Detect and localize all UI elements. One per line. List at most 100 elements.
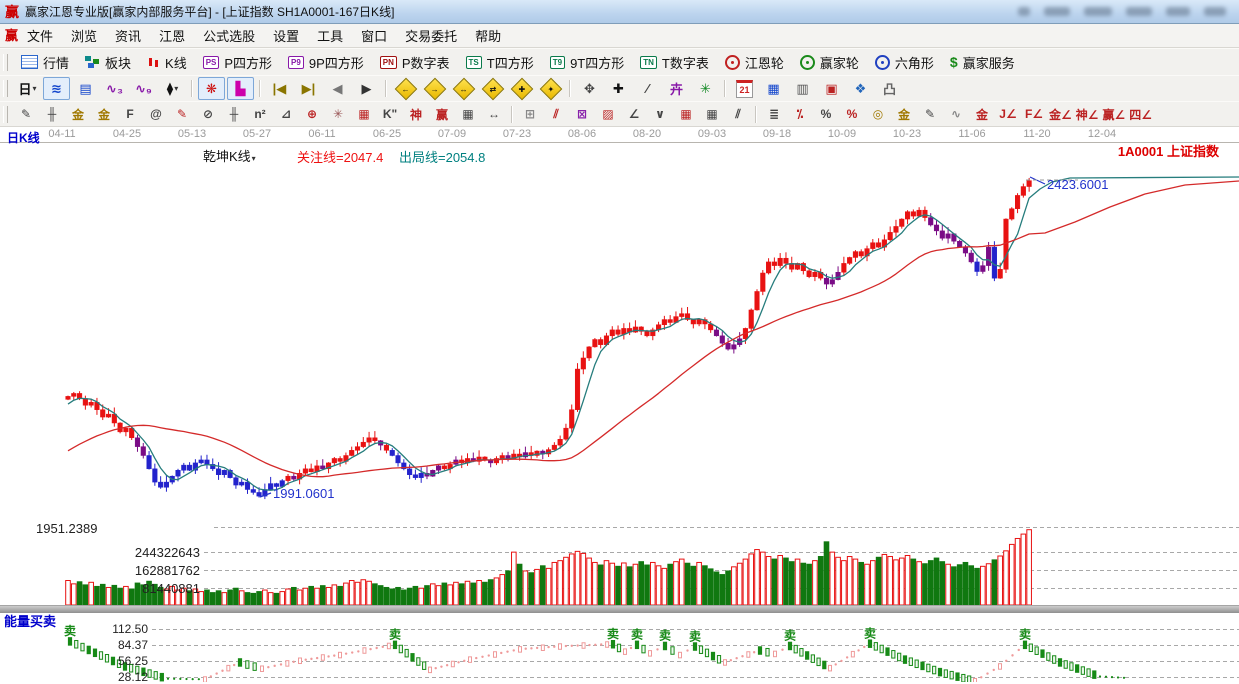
wave3-button[interactable]: ∿₃	[101, 77, 128, 100]
gann-gold-circle-tool[interactable]: ◎	[865, 103, 891, 125]
gann-gold-red-tool[interactable]: 金	[969, 103, 995, 125]
menu-江恩[interactable]: 江恩	[150, 23, 194, 48]
qiankun-pattern-button[interactable]: ❋	[198, 77, 225, 100]
network-button[interactable]: ❖	[847, 77, 874, 100]
menu-浏览[interactable]: 浏览	[62, 23, 106, 48]
gann-si-angle-tool[interactable]: 四∠	[1127, 103, 1154, 125]
report-button[interactable]: ▤	[72, 77, 99, 100]
gann-kline-quote-tool[interactable]: K"	[377, 103, 403, 125]
wave9-button[interactable]: ∿₉	[130, 77, 157, 100]
toolbar-winner-service[interactable]: $赢家服务	[942, 51, 1023, 74]
toolbar-hexagon[interactable]: 六角形	[867, 51, 942, 74]
gann-box-rays-tool[interactable]: ⊠	[569, 103, 595, 125]
candle-style-button[interactable]: ⧫▾	[159, 77, 186, 100]
gann-vline-tool[interactable]: ∨	[647, 103, 673, 125]
prev-button[interactable]: ◀	[324, 77, 351, 100]
flower-tool-button[interactable]: 卉	[663, 77, 690, 100]
gann-dense-grid-tool[interactable]: ▦	[673, 103, 699, 125]
titlebar-blurred-control[interactable]	[1204, 7, 1226, 16]
knot-tool-button[interactable]: ✳	[692, 77, 719, 100]
gann-wave-tool[interactable]: ∿	[943, 103, 969, 125]
gann-j-angle-tool[interactable]: J∠	[995, 103, 1021, 125]
expand-h-button[interactable]: ↔	[450, 77, 477, 100]
gann-target-tool[interactable]: ⊕	[299, 103, 325, 125]
titlebar-blurred-control[interactable]	[1044, 7, 1070, 16]
curve-mode-button[interactable]: ≋	[43, 77, 70, 100]
menu-资讯[interactable]: 资讯	[106, 23, 150, 48]
zoom-in-button[interactable]: ✚	[508, 77, 535, 100]
titlebar-blurred-control[interactable]	[1166, 7, 1190, 16]
pan-hand-button[interactable]: ✥	[576, 77, 603, 100]
toolbar-9p-square[interactable]: P99P四方形	[280, 51, 372, 74]
zoom-left-button[interactable]: ←	[392, 77, 419, 100]
gann-star-tool[interactable]: ✳	[325, 103, 351, 125]
calculator-button[interactable]: ▦	[760, 77, 787, 100]
gann-gold-grid2-tool[interactable]: 金	[91, 103, 117, 125]
gann-angle-ruler-tool[interactable]: ⊿	[273, 103, 299, 125]
gann-shen-tool[interactable]: 神	[403, 103, 429, 125]
toolbar-t-square[interactable]: TST四方形	[458, 51, 542, 74]
titlebar-blurred-control[interactable]	[1084, 7, 1112, 16]
gann-box-rays2-tool[interactable]: ▨	[595, 103, 621, 125]
gann-dense-grid2-tool[interactable]: ▦	[699, 103, 725, 125]
swap-button[interactable]: ⇄	[479, 77, 506, 100]
toolbar-sectors[interactable]: 板块	[77, 51, 139, 74]
fit-button[interactable]: ✦	[537, 77, 564, 100]
toolbar-p-table[interactable]: PNP数字表	[372, 51, 458, 74]
gann-pct-red-tool[interactable]: %	[839, 103, 865, 125]
period-day-button[interactable]: 日▾	[14, 77, 41, 100]
notes-button[interactable]: ▥	[789, 77, 816, 100]
calendar-button[interactable]: 21	[731, 77, 758, 100]
menu-帮助[interactable]: 帮助	[466, 23, 510, 48]
volume-pane-button[interactable]: ▙	[227, 77, 254, 100]
menu-交易委托[interactable]: 交易委托	[396, 23, 466, 48]
gann-ruler-grid-tool[interactable]: ▦	[455, 103, 481, 125]
gann-clock-tool[interactable]: ⊘	[195, 103, 221, 125]
gann-rays-tool[interactable]: ⫽	[543, 103, 569, 125]
segment-button[interactable]: ∕	[634, 77, 661, 100]
first-page-button[interactable]: |◀	[266, 77, 293, 100]
menu-公式选股[interactable]: 公式选股	[194, 23, 264, 48]
gann-tsquare-tool[interactable]: ⊞	[517, 103, 543, 125]
save-button[interactable]: ▣	[818, 77, 845, 100]
gann-ying-tool[interactable]: 赢	[429, 103, 455, 125]
kline-type-selector[interactable]: 乾坤K线▾	[203, 146, 256, 165]
gann-gold-grid-tool[interactable]: 金	[65, 103, 91, 125]
gann-stats-tool[interactable]: ≣	[761, 103, 787, 125]
gann-pct-line-tool[interactable]: ⁒	[787, 103, 813, 125]
gann-f-angle-tool[interactable]: F∠	[1021, 103, 1047, 125]
menu-文件[interactable]: 文件	[18, 23, 62, 48]
gann-gold-line-tool[interactable]: 金	[891, 103, 917, 125]
menu-窗口[interactable]: 窗口	[352, 23, 396, 48]
gann-gold-angle-tool[interactable]: 金∠	[1047, 103, 1074, 125]
gann-n2-tool[interactable]: n²	[247, 103, 273, 125]
period-label[interactable]: 日K线	[7, 129, 40, 146]
titlebar-blurred-control[interactable]	[1126, 7, 1152, 16]
gann-ying-angle-tool[interactable]: 赢∠	[1101, 103, 1128, 125]
toolbar-p-square[interactable]: PSP四方形	[195, 51, 280, 74]
toolbar-9t-square[interactable]: T99T四方形	[542, 51, 633, 74]
zoom-right-button[interactable]: →	[421, 77, 448, 100]
toolbar-t-table[interactable]: TNT数字表	[632, 51, 717, 74]
gann-pct-tool[interactable]: %	[813, 103, 839, 125]
next-button[interactable]: ▶	[353, 77, 380, 100]
toolbar-winner-wheel[interactable]: 赢家轮	[792, 51, 867, 74]
gann-grid-tool[interactable]: ╫	[39, 103, 65, 125]
gann-red-pen-tool[interactable]: ✎	[169, 103, 195, 125]
gann-spiral-tool[interactable]: @	[143, 103, 169, 125]
toolbar-kline[interactable]: K线	[139, 51, 195, 74]
gann-pen2-tool[interactable]: ✎	[917, 103, 943, 125]
gann-pen-tool[interactable]: ✎	[13, 103, 39, 125]
gann-angle-tool[interactable]: ∠	[621, 103, 647, 125]
menu-设置[interactable]: 设置	[264, 23, 308, 48]
panel-splitter[interactable]	[0, 605, 1239, 613]
gann-f-grid-tool[interactable]: F	[117, 103, 143, 125]
last-page-button[interactable]: ▶|	[295, 77, 322, 100]
gann-shen-angle-tool[interactable]: 神∠	[1074, 103, 1101, 125]
gann-red-grid-tool[interactable]: ▦	[351, 103, 377, 125]
gann-ticks-tool[interactable]: ╫	[221, 103, 247, 125]
toolbar-gann-wheel[interactable]: 江恩轮	[717, 51, 792, 74]
gann-parallel-tool[interactable]: ⫽	[725, 103, 751, 125]
print-button[interactable]: 凸	[876, 77, 903, 100]
crosshair-button[interactable]: ✚	[605, 77, 632, 100]
